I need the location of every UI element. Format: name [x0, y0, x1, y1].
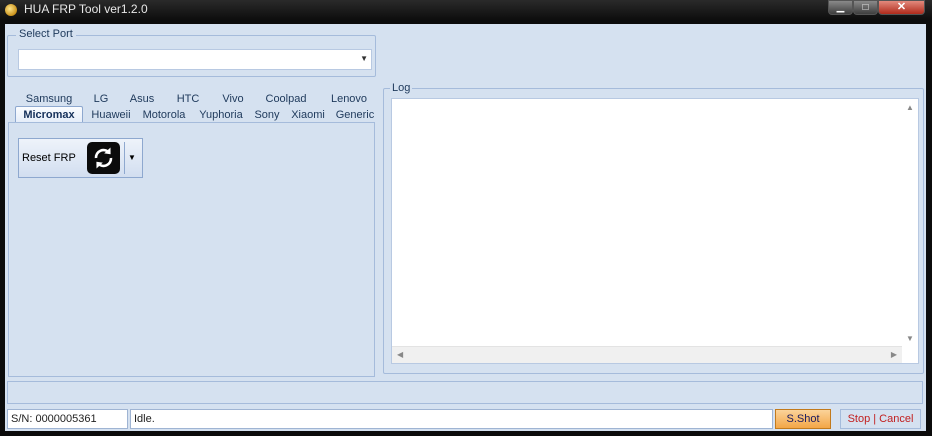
port-dropdown[interactable]: ▼	[18, 49, 372, 70]
tab-vivo[interactable]: Vivo	[217, 91, 249, 107]
app-window: HUA FRP Tool ver1.2.0 ▁ □ ✕ Select Port …	[0, 0, 932, 436]
client-area: Select Port ▼ Samsung LG Asus HTC Vivo C…	[5, 24, 926, 431]
refresh-icon	[87, 142, 120, 174]
scroll-down-icon[interactable]: ▼	[906, 334, 914, 343]
tab-yuphoria[interactable]: Yuphoria	[194, 107, 248, 123]
status-message-field: Idle.	[130, 409, 773, 429]
tab-lg[interactable]: LG	[88, 91, 114, 107]
tab-coolpad[interactable]: Coolpad	[261, 91, 311, 107]
log-vertical-scrollbar[interactable]: ▲ ▼	[901, 99, 918, 347]
reset-frp-label: Reset FRP	[22, 152, 76, 164]
scroll-left-icon[interactable]: ◀	[397, 350, 403, 359]
reset-frp-button[interactable]: Reset FRP ▼	[18, 138, 143, 178]
close-button[interactable]: ✕	[878, 0, 925, 15]
tab-huaweii[interactable]: Huaweii	[87, 107, 135, 123]
brand-tabs: Samsung LG Asus HTC Vivo Coolpad Lenovo …	[10, 89, 375, 123]
scroll-right-icon[interactable]: ▶	[891, 350, 897, 359]
select-port-legend: Select Port	[16, 28, 76, 40]
chevron-down-icon[interactable]: ▼	[128, 153, 136, 162]
app-icon	[5, 4, 17, 16]
tab-htc[interactable]: HTC	[171, 91, 205, 107]
title-bar[interactable]: HUA FRP Tool ver1.2.0 ▁ □ ✕	[0, 0, 932, 20]
log-group: Log ▲ ▼ ◀ ▶	[383, 82, 924, 374]
tab-micromax[interactable]: Micromax	[15, 106, 83, 122]
tab-lenovo[interactable]: Lenovo	[325, 91, 373, 107]
split-divider	[124, 142, 125, 174]
tab-asus[interactable]: Asus	[124, 91, 160, 107]
screenshot-button[interactable]: S.Shot	[775, 409, 831, 429]
tab-sony[interactable]: Sony	[251, 107, 283, 123]
log-horizontal-scrollbar[interactable]: ◀ ▶	[392, 346, 902, 363]
minimize-button[interactable]: ▁	[828, 0, 853, 15]
scroll-up-icon[interactable]: ▲	[906, 103, 914, 112]
tab-samsung[interactable]: Samsung	[22, 91, 76, 107]
tab-motorola[interactable]: Motorola	[138, 107, 190, 123]
progress-bar	[7, 381, 923, 404]
serial-number-field: S/N: 0000005361	[7, 409, 128, 429]
stop-cancel-button[interactable]: Stop | Cancel	[840, 409, 921, 429]
window-title: HUA FRP Tool ver1.2.0	[24, 2, 148, 16]
log-textarea[interactable]: ▲ ▼ ◀ ▶	[391, 98, 919, 364]
chevron-down-icon[interactable]: ▼	[360, 54, 368, 63]
maximize-button[interactable]: □	[853, 0, 878, 15]
log-legend: Log	[390, 82, 413, 94]
select-port-group: Select Port ▼	[7, 28, 376, 77]
status-bar: S/N: 0000005361 Idle. S.Shot Stop | Canc…	[5, 408, 926, 431]
tab-generic[interactable]: Generic	[332, 107, 378, 123]
tab-xiaomi[interactable]: Xiaomi	[287, 107, 329, 123]
